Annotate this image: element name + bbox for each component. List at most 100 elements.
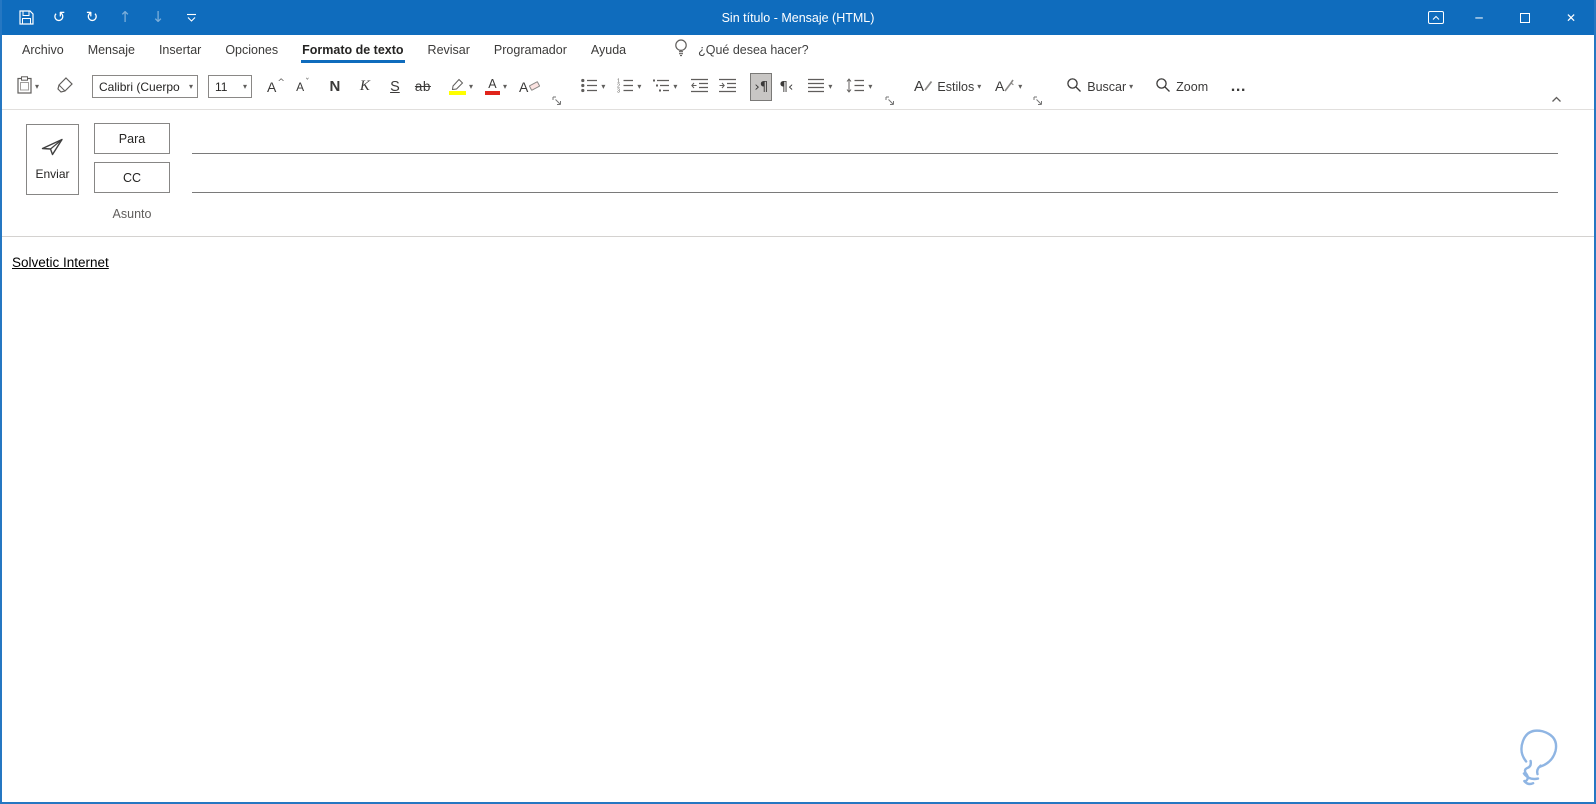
tab-insertar[interactable]: Insertar <box>147 35 213 64</box>
maximize-icon <box>1520 12 1530 23</box>
italic-icon: K <box>359 78 370 94</box>
rtl-paragraph-icon: ¶‹ <box>779 78 794 95</box>
next-item-icon: ↓ <box>151 8 165 26</box>
body-hyperlink-text[interactable]: Solvetic Internet <box>12 255 109 270</box>
numbered-list-icon: 123 <box>617 78 634 96</box>
font-color-icon: A <box>484 77 500 95</box>
styles-label: Estilos <box>937 79 975 94</box>
chevron-down-icon: ▾ <box>868 82 873 91</box>
lightbulb-doodle-icon <box>1506 725 1568 796</box>
send-paper-plane-icon <box>41 138 64 159</box>
send-button[interactable]: Enviar <box>26 124 79 195</box>
tab-programador[interactable]: Programador <box>482 35 579 64</box>
font-color-button[interactable]: A ▾ <box>482 73 510 101</box>
chevron-down-icon: ▾ <box>977 82 982 91</box>
chevron-down-icon: ▾ <box>637 82 642 91</box>
strikethrough-button[interactable]: ab <box>412 73 434 101</box>
outlook-message-window: ↺ ↻ ↑ ↓ Sin título - Mensaje (HTML) ─ ✕ … <box>0 0 1596 804</box>
to-field[interactable] <box>192 123 1558 154</box>
chevron-down-icon: ▾ <box>828 82 833 91</box>
clear-formatting-button[interactable]: A <box>516 73 544 101</box>
tab-ayuda[interactable]: Ayuda <box>579 35 638 64</box>
tab-opciones[interactable]: Opciones <box>213 35 290 64</box>
customize-quick-access-icon[interactable] <box>182 9 200 27</box>
line-spacing-button[interactable]: ▾ <box>843 73 875 101</box>
more-commands-button[interactable]: … <box>1227 73 1250 101</box>
decrease-indent-button[interactable] <box>688 73 712 101</box>
increase-indent-icon <box>719 78 737 96</box>
italic-button[interactable]: K <box>354 73 376 101</box>
message-body[interactable]: Solvetic Internet <box>2 237 1594 802</box>
paragraph-dialog-launcher[interactable] <box>885 96 895 106</box>
save-icon[interactable] <box>17 9 35 27</box>
chevron-down-icon: ▾ <box>35 82 40 91</box>
paste-button[interactable]: ▾ <box>14 73 42 101</box>
compose-header: Enviar Para CC Asunto <box>2 110 1594 237</box>
bold-button[interactable]: N <box>324 73 346 101</box>
zoom-button[interactable]: Zoom <box>1152 73 1211 101</box>
alignment-button[interactable]: ▾ <box>805 73 835 101</box>
font-name-combobox[interactable]: Calibri (Cuerpo ▾ <box>92 75 199 98</box>
decrease-indent-icon <box>691 78 709 96</box>
tab-archivo[interactable]: Archivo <box>10 35 76 64</box>
font-color-bar <box>484 90 500 95</box>
change-styles-button[interactable]: A ▾ <box>992 73 1025 101</box>
ltr-paragraph-icon: ›¶ <box>754 78 769 95</box>
chevron-down-icon: ▾ <box>601 82 606 91</box>
minimize-button[interactable]: ─ <box>1456 0 1502 35</box>
tab-formato-de-texto[interactable]: Formato de texto <box>290 35 415 64</box>
chevron-down-icon: ▾ <box>1018 82 1023 91</box>
ribbon-toolbar: ▾ Calibri (Cuerpo ▾ 11 ▾ A ^ A ˇ N K S a… <box>2 64 1594 110</box>
bold-icon: N <box>329 78 341 95</box>
font-size-value: 11 <box>215 79 228 94</box>
undo-icon[interactable]: ↺ <box>50 9 68 27</box>
tell-me-search[interactable]: ¿Qué desea hacer? <box>674 35 809 64</box>
maximize-button[interactable] <box>1502 0 1548 35</box>
clear-formatting-letter: A <box>518 78 529 95</box>
collapse-ribbon-button[interactable] <box>1551 92 1562 106</box>
chevron-down-icon: ▾ <box>502 82 507 91</box>
rtl-direction-button[interactable]: ¶‹ <box>775 73 797 101</box>
format-painter-brush-icon <box>57 77 73 96</box>
font-name-value: Calibri (Cuerpo <box>99 79 180 94</box>
line-spacing-icon <box>846 77 865 96</box>
font-dialog-launcher[interactable] <box>552 96 562 106</box>
search-icon <box>1066 77 1082 96</box>
align-justify-icon <box>808 78 825 96</box>
to-button[interactable]: Para <box>94 123 170 154</box>
format-painter-button[interactable] <box>54 73 76 101</box>
send-label: Enviar <box>35 167 70 181</box>
increase-indent-button[interactable] <box>716 73 740 101</box>
zoom-magnifier-icon <box>1155 77 1171 96</box>
close-button[interactable]: ✕ <box>1548 0 1594 35</box>
lightbulb-icon <box>674 39 688 60</box>
tab-revisar[interactable]: Revisar <box>416 35 482 64</box>
numbering-button[interactable]: 123 ▾ <box>614 73 644 101</box>
bullet-list-icon <box>581 78 598 96</box>
change-styles-icon: A <box>995 77 1015 96</box>
shrink-font-button[interactable]: A ˇ <box>292 73 314 101</box>
styles-dialog-launcher[interactable] <box>1033 96 1043 106</box>
redo-icon[interactable]: ↻ <box>83 9 101 27</box>
font-size-combobox[interactable]: 11 ▾ <box>208 75 253 98</box>
bullets-button[interactable]: ▾ <box>578 73 608 101</box>
styles-icon: A <box>914 77 933 96</box>
chevron-down-icon: ▾ <box>468 82 473 91</box>
underline-button[interactable]: S <box>384 73 406 101</box>
text-highlight-color-button[interactable]: ▾ <box>446 73 476 101</box>
ribbon-display-options-icon[interactable] <box>1416 0 1456 35</box>
underline-icon: S <box>390 78 400 95</box>
subject-field[interactable] <box>192 202 1558 232</box>
cc-button[interactable]: CC <box>94 162 170 193</box>
ltr-direction-button[interactable]: ›¶ <box>750 72 773 101</box>
to-row: Para <box>94 123 1558 154</box>
cc-field[interactable] <box>192 162 1558 193</box>
find-button[interactable]: Buscar ▾ <box>1063 73 1136 101</box>
window-controls: ─ ✕ <box>1416 0 1594 35</box>
tab-mensaje[interactable]: Mensaje <box>76 35 147 64</box>
caret-up-glyph: ^ <box>277 77 285 88</box>
styles-button[interactable]: A Estilos ▾ <box>911 73 984 101</box>
grow-font-button[interactable]: A ^ <box>264 73 288 101</box>
multilevel-list-button[interactable]: ▾ <box>650 73 680 101</box>
grow-font-icon: A <box>267 78 277 95</box>
